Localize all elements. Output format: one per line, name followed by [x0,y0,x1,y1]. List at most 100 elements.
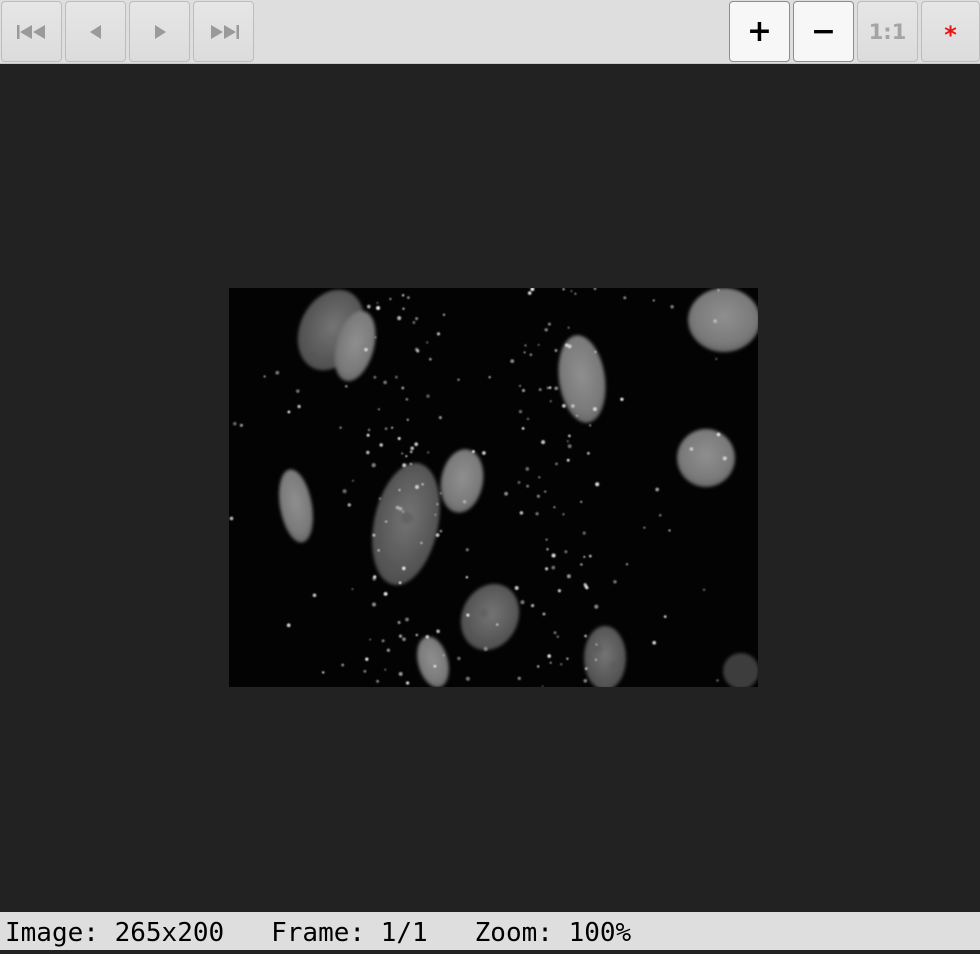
fluorescent-spot [620,397,624,401]
fluorescent-spot [483,646,488,652]
fluorescent-spot [518,409,523,414]
actual-size-button[interactable]: 1:1 [857,1,918,62]
fluorescent-spot [457,378,460,381]
zoom-in-glyph: + [746,13,773,49]
fluorescent-spot [385,520,388,523]
fluorescent-spot [466,613,470,617]
fluorescent-spot [488,376,491,379]
fluorescent-spot [405,455,408,458]
fluorescent-spot [412,321,416,324]
fluorescent-spot [436,332,441,336]
fluorescent-spot [538,388,542,392]
fluorescent-spot [588,554,592,558]
next-triangle-icon [154,24,166,39]
fluorescent-spot [341,663,345,667]
fluorescent-spot [429,357,432,361]
fluorescent-spot [522,389,525,392]
fluorescent-spot [547,322,551,326]
fluorescent-spot [229,516,234,521]
fluorescent-spot [406,418,409,421]
zoom-out-button[interactable]: − [793,1,854,62]
fluorescent-spot [366,433,370,437]
fluorescent-spot [658,513,662,517]
skip-to-first-icon [16,24,45,39]
fluorescent-spot [371,463,376,468]
fluorescent-spot [465,576,469,579]
zoom-value: 100% [568,918,632,948]
fluorescent-spot [402,463,407,468]
fluorescent-spot [373,575,377,579]
fluorescent-spot [538,476,541,479]
fluorescent-spot [427,451,430,454]
fluorescent-spot [465,676,470,681]
fluorescent-spot [594,350,597,353]
fluorescent-spot [426,341,429,344]
next-frame-button[interactable] [129,1,190,62]
fluorescent-spot [689,447,694,451]
fluorescent-spot [414,442,418,446]
fluorescent-spot [580,563,583,566]
status-bar: Image: 265x200 Frame: 1/1 Zoom: 100% [0,912,980,950]
fluorescent-spot [378,497,382,500]
fluorescent-spot [524,344,527,347]
asterisk-icon: * [944,20,957,49]
fluorescent-spot [546,548,549,551]
fluorescent-spot [553,506,556,509]
image-viewport[interactable] [0,64,980,912]
fluorescent-spot [566,440,569,443]
fluorescent-spot [436,629,440,634]
fluorescent-spot [383,591,388,596]
fluorescent-spot [567,344,572,349]
fluorescent-spot [560,663,563,666]
fluorescent-spot [567,326,570,329]
fluorescent-spot [547,654,551,658]
fluorescent-spot [438,416,442,420]
fluorescent-spot [529,353,533,357]
fluorescent-spot [556,635,559,638]
fluorescent-spot [436,503,439,506]
fluorescent-spot [542,612,546,616]
fluorescent-spot [442,313,446,316]
fluorescent-spot [398,581,402,585]
first-frame-button[interactable] [1,1,62,62]
fluorescent-spot [339,426,342,429]
auto-fit-button[interactable]: * [921,1,980,62]
fluorescent-spot [574,292,577,295]
fluorescent-spot [715,357,718,360]
fluorescent-spot [442,654,445,657]
fluorescent-spot [582,531,586,535]
fluorescent-spot [551,553,556,558]
fluorescent-spot [519,511,524,515]
fluorescent-spot [613,580,617,584]
fluorescent-spot [398,506,403,511]
fluorescent-spot [713,319,718,323]
fluorescent-spot [670,305,674,309]
fluorescent-spot [286,623,291,628]
fluorescent-spot [625,563,629,566]
zoom-label: Zoom: [474,918,553,948]
fluorescent-spot [384,668,387,671]
fluorescent-spot [312,593,317,598]
zoom-in-button[interactable]: + [729,1,790,62]
fluorescent-spot [402,637,406,641]
previous-frame-button[interactable] [65,1,126,62]
fluorescent-spot [383,380,387,385]
fluorescent-spot [414,347,419,352]
fluorescent-spot [363,669,367,673]
fluorescent-spot [410,446,415,451]
fluorescent-spot [580,500,583,503]
fluorescent-spot [652,299,655,302]
fluorescent-spot [544,328,548,332]
fluorescent-spot [296,389,300,393]
fluorescent-spot [420,541,423,545]
fluorescent-spot [407,296,410,299]
fluorescent-spot [397,621,401,624]
microscopy-image[interactable] [229,288,758,687]
fluorescent-spot [584,584,588,588]
last-frame-button[interactable] [193,1,254,62]
fluorescent-spot [655,487,660,492]
fluorescent-spot [433,664,437,668]
fluorescent-spot [263,375,266,378]
fluorescent-spot [643,526,646,529]
fluorescent-spot [652,640,657,645]
